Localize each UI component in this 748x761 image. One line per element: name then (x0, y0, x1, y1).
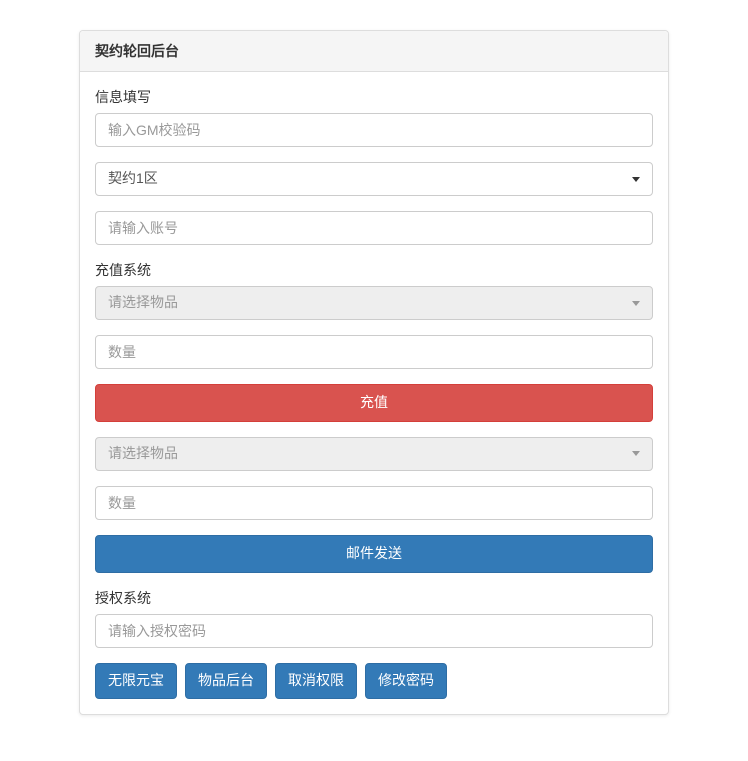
item-select-2[interactable]: 请选择物品 (95, 437, 653, 471)
server-select[interactable]: 契约1区 (95, 162, 653, 196)
cancel-permission-button[interactable]: 取消权限 (275, 663, 357, 699)
item-select-2-placeholder: 请选择物品 (108, 444, 178, 464)
caret-down-icon (632, 451, 640, 456)
recharge-system-label: 充值系统 (95, 260, 653, 280)
action-button-row: 无限元宝 物品后台 取消权限 修改密码 (95, 663, 653, 699)
auth-password-input[interactable] (95, 614, 653, 648)
account-input[interactable] (95, 211, 653, 245)
change-password-button[interactable]: 修改密码 (365, 663, 447, 699)
info-fill-label: 信息填写 (95, 87, 653, 107)
panel-body: 信息填写 契约1区 充值系统 请选择物品 充值 请选择物品 邮件发送 授权系统 … (80, 72, 668, 714)
item-select-1[interactable]: 请选择物品 (95, 286, 653, 320)
panel-title: 契约轮回后台 (80, 31, 668, 72)
quantity-input-2[interactable] (95, 486, 653, 520)
mail-send-button[interactable]: 邮件发送 (95, 535, 653, 573)
unlimited-gold-button[interactable]: 无限元宝 (95, 663, 177, 699)
quantity-input-1[interactable] (95, 335, 653, 369)
server-select-value: 契约1区 (108, 169, 158, 189)
recharge-button[interactable]: 充值 (95, 384, 653, 422)
caret-down-icon (632, 301, 640, 306)
gm-code-input[interactable] (95, 113, 653, 147)
item-backend-button[interactable]: 物品后台 (185, 663, 267, 699)
item-select-1-placeholder: 请选择物品 (108, 293, 178, 313)
caret-down-icon (632, 177, 640, 182)
auth-system-label: 授权系统 (95, 588, 653, 608)
admin-panel: 契约轮回后台 信息填写 契约1区 充值系统 请选择物品 充值 请选择物品 邮件发… (79, 30, 669, 715)
